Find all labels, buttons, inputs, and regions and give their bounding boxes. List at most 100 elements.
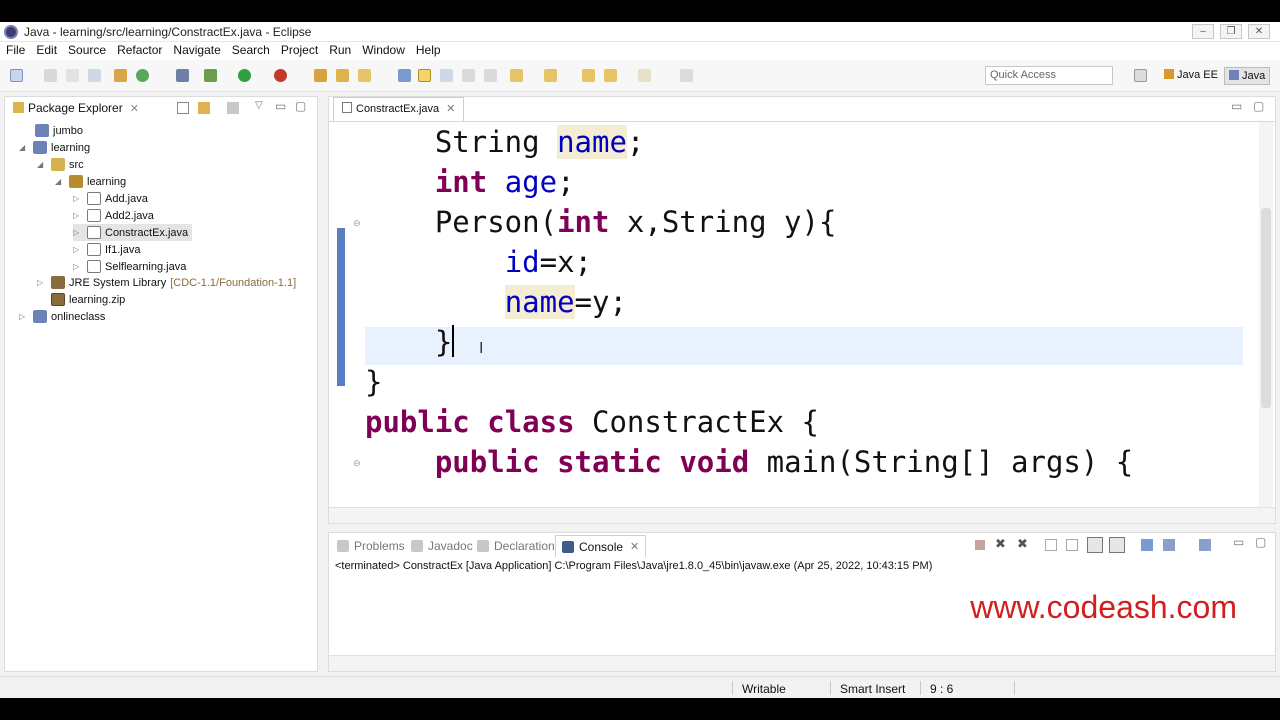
new-icon[interactable]	[10, 69, 23, 82]
block-selection-icon[interactable]	[440, 69, 453, 82]
remove-launch-icon[interactable]: ✖	[995, 536, 1006, 552]
collapsed-icon[interactable]: ▷	[37, 278, 45, 287]
toggle-word-wrap-icon[interactable]	[484, 69, 497, 82]
forward-icon[interactable]	[638, 69, 651, 82]
menu-file[interactable]: File	[0, 42, 30, 57]
maximize-button[interactable]: ❐	[1220, 24, 1242, 39]
show-whitespace-icon[interactable]	[462, 69, 475, 82]
close-icon[interactable]: ✕	[446, 103, 455, 115]
tab-console[interactable]: Console ✕	[555, 535, 647, 557]
tab-package-explorer[interactable]: Package Explorer ✕	[5, 97, 147, 121]
collapsed-icon[interactable]: ▷	[73, 228, 81, 237]
scrollbar-thumb[interactable]	[1261, 208, 1271, 408]
maximize-view-icon[interactable]: ▢	[1255, 535, 1266, 549]
java-file-icon	[342, 102, 352, 113]
word-wrap-icon[interactable]	[1087, 537, 1103, 553]
tree-item-add-java[interactable]: ▷ Add.java	[73, 190, 148, 207]
pin-editor-icon[interactable]	[680, 69, 693, 82]
menu-source[interactable]: Source	[62, 42, 111, 57]
pin-console-icon[interactable]	[1141, 539, 1153, 551]
tree-item-jre-system-library[interactable]: ▷ JRE System Library [CDC-1.1/Foundation-1…	[37, 274, 296, 291]
collapsed-icon[interactable]: ▷	[19, 312, 27, 321]
link-with-editor-icon[interactable]	[198, 102, 210, 114]
last-edit-location-icon[interactable]	[582, 69, 595, 82]
menu-project[interactable]: Project	[275, 42, 323, 57]
back-icon[interactable]	[604, 69, 617, 82]
horizontal-scrollbar[interactable]	[329, 507, 1275, 523]
clear-console-icon[interactable]	[1045, 539, 1057, 551]
run-icon[interactable]	[238, 69, 251, 82]
collapsed-icon[interactable]: ▷	[73, 262, 81, 271]
tree-item-jumbo[interactable]: jumbo	[21, 122, 83, 139]
tree-item-onlineclass[interactable]: ▷ onlineclass	[19, 308, 105, 325]
collapsed-icon[interactable]: ▷	[73, 194, 81, 203]
perspective-java[interactable]: Java	[1224, 67, 1271, 85]
search-icon[interactable]	[358, 69, 371, 82]
refresh-icon[interactable]	[136, 69, 149, 82]
mark-occurrences-icon[interactable]	[418, 69, 431, 82]
focus-icon[interactable]	[227, 102, 239, 114]
fold-icon[interactable]: ⊖	[353, 218, 361, 229]
tree-item-add2-java[interactable]: ▷ Add2.java	[73, 207, 154, 224]
tree-item-learning-zip[interactable]: learning.zip	[51, 291, 125, 308]
close-button[interactable]: ✕	[1248, 24, 1270, 39]
tree-item-learning-project[interactable]: ◢ learning	[19, 139, 90, 156]
expanded-icon[interactable]: ◢	[55, 177, 63, 186]
print-icon[interactable]	[88, 69, 101, 82]
minimize-view-icon[interactable]: ▭	[275, 99, 286, 113]
debug-icon[interactable]	[204, 69, 217, 82]
source-folder-icon	[51, 158, 65, 171]
minimize-button[interactable]: –	[1192, 24, 1214, 39]
close-icon[interactable]: ✕	[130, 103, 139, 115]
tab-javadoc[interactable]: Javadoc	[405, 535, 479, 557]
menu-navigate[interactable]: Navigate	[167, 42, 225, 57]
view-menu-icon[interactable]: ▽	[255, 100, 263, 111]
previous-edit-icon[interactable]	[544, 69, 557, 82]
quick-access-input[interactable]: Quick Access	[985, 66, 1113, 85]
show-when-output-icon[interactable]	[1109, 537, 1125, 553]
tab-problems[interactable]: Problems	[331, 535, 411, 557]
collapsed-icon[interactable]: ▷	[73, 211, 81, 220]
expanded-icon[interactable]: ◢	[37, 160, 45, 169]
open-perspective-icon[interactable]	[1134, 69, 1147, 82]
save-all-icon[interactable]	[66, 69, 79, 82]
open-console-icon[interactable]	[1199, 539, 1211, 551]
tree-item-if1-java[interactable]: ▷ If1.java	[73, 241, 140, 258]
collapse-all-icon[interactable]	[177, 102, 189, 114]
fold-icon[interactable]: ⊖	[353, 458, 361, 469]
tree-item-selflearning-java[interactable]: ▷ Selflearning.java	[73, 258, 186, 275]
close-icon[interactable]: ✕	[630, 540, 639, 553]
open-type-icon[interactable]	[314, 69, 327, 82]
menu-window[interactable]: Window	[356, 42, 410, 57]
open-resource-icon[interactable]	[336, 69, 349, 82]
menu-edit[interactable]: Edit	[30, 42, 62, 57]
menu-refactor[interactable]: Refactor	[111, 42, 167, 57]
expanded-icon[interactable]: ◢	[19, 143, 27, 152]
menu-help[interactable]: Help	[410, 42, 446, 57]
tree-item-src[interactable]: ◢ src	[37, 156, 84, 173]
maximize-editor-icon[interactable]: ▢	[1253, 99, 1264, 113]
perspective-java-ee[interactable]: Java EE	[1160, 67, 1222, 85]
remove-all-terminated-icon[interactable]: ✖	[1017, 536, 1028, 552]
menu-run[interactable]: Run	[323, 42, 356, 57]
next-edit-icon[interactable]	[510, 69, 523, 82]
tab-declaration[interactable]: Declaration	[471, 535, 561, 557]
build-icon[interactable]	[114, 69, 127, 82]
tab-constractex-java[interactable]: ConstractEx.java ✕	[333, 97, 465, 121]
skip-breakpoints-icon[interactable]	[176, 69, 189, 82]
run-external-tools-icon[interactable]	[274, 69, 287, 82]
next-annotation-icon[interactable]	[398, 69, 411, 82]
tree-item-learning-package[interactable]: ◢ learning	[55, 173, 126, 190]
maximize-view-icon[interactable]: ▢	[295, 99, 306, 113]
display-selected-console-icon[interactable]	[1163, 539, 1175, 551]
scroll-lock-icon[interactable]	[1066, 539, 1078, 551]
save-icon[interactable]	[44, 69, 57, 82]
terminate-icon[interactable]	[975, 540, 985, 550]
collapsed-icon[interactable]: ▷	[73, 245, 81, 254]
tree-item-constractex-java[interactable]: ▷ ConstractEx.java	[73, 224, 193, 241]
minimize-view-icon[interactable]: ▭	[1233, 535, 1244, 549]
console-horizontal-scrollbar[interactable]	[329, 655, 1275, 671]
menu-search[interactable]: Search	[226, 42, 275, 57]
minimize-editor-icon[interactable]: ▭	[1231, 99, 1242, 113]
code-area[interactable]: ⊖ ⊖ String name; int age; Person(int x,S…	[329, 121, 1275, 507]
